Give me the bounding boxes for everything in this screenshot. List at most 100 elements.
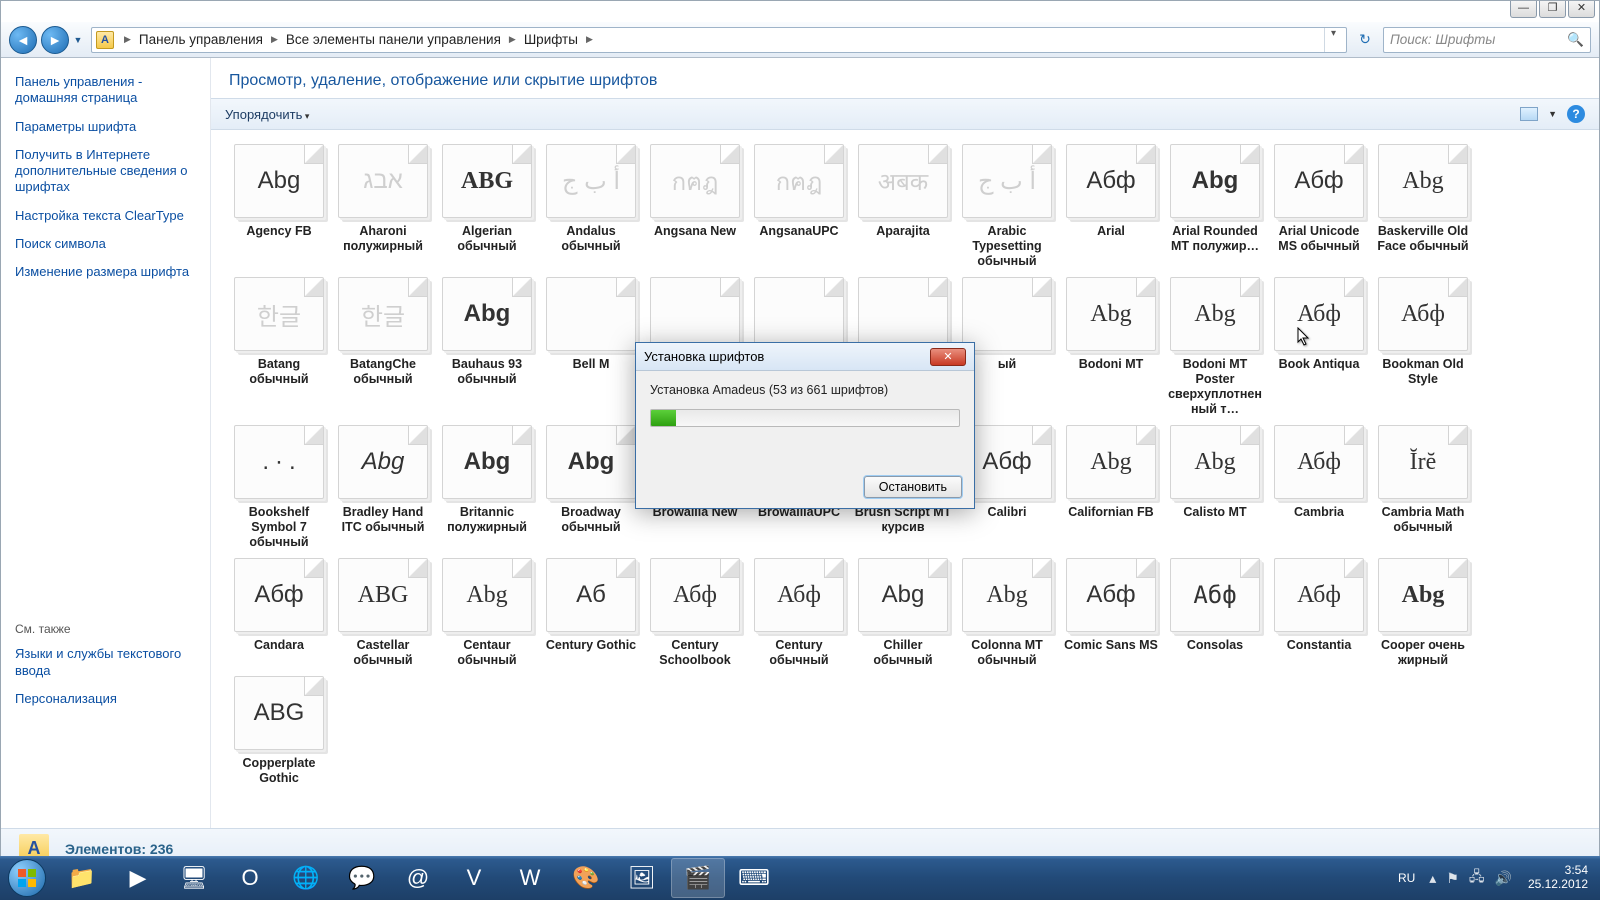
minimize-button[interactable]: — [1510,1,1537,18]
see-also-link[interactable]: Персонализация [15,691,196,707]
font-item[interactable]: AbgBauhaus 93 обычный [437,273,537,417]
font-item[interactable]: אבגAharoni полужирный [333,140,433,269]
chevron-right-icon[interactable]: ▶ [118,34,137,45]
taskbar-app[interactable]: @ [391,858,445,898]
nav-forward-button[interactable]: ► [41,26,69,54]
font-item[interactable]: AbgCalifornian FB [1061,421,1161,550]
breadcrumb-seg[interactable]: Панель управления [137,32,265,47]
font-sample: Abg [1402,582,1445,609]
font-thumbnail [546,277,636,351]
font-item[interactable]: ABGAlgerian обычный [437,140,537,269]
font-item[interactable]: AbgColonna MT обычный [957,554,1057,668]
font-item[interactable]: . ∙ .Bookshelf Symbol 7 обычный [229,421,329,550]
font-item[interactable]: ĬrĕCambria Math обычный [1373,421,1473,550]
font-item[interactable]: AbgBodoni MT Poster сверхуплотненный т… [1165,273,1265,417]
taskbar-app[interactable]: 🖥 [167,858,221,898]
see-also-link[interactable]: Языки и службы текстового ввода [15,646,196,679]
network-icon[interactable]: 🖧 [1469,866,1485,890]
breadcrumb-seg[interactable]: Все элементы панели управления [284,32,503,47]
dialog-titlebar[interactable]: Установка шрифтов ✕ [636,343,974,371]
font-item[interactable]: AbgBradley Hand ITC обычный [333,421,433,550]
chevron-down-icon[interactable]: ▼ [1548,109,1557,119]
sidebar-link[interactable]: Поиск символа [15,236,196,252]
chevron-right-icon[interactable]: ▶ [580,34,599,45]
font-item[interactable]: AbgBroadway обычный [541,421,641,550]
taskbar-app[interactable]: 💬 [335,858,389,898]
nav-back-button[interactable]: ◄ [9,26,37,54]
search-input[interactable]: Поиск: Шрифты 🔍 [1383,27,1591,53]
font-item[interactable]: AbgAgency FB [229,140,329,269]
font-item[interactable]: أ ب جAndalus обычный [541,140,641,269]
font-item[interactable]: ABGCopperplate Gothic [229,672,329,786]
sidebar-link[interactable]: Получить в Интернете дополнительные свед… [15,147,196,196]
stop-button[interactable]: Остановить [864,476,962,498]
clock[interactable]: 3:54 25.12.2012 [1522,864,1594,892]
start-button[interactable] [0,856,54,900]
font-item[interactable]: АбфCentury обычный [749,554,849,668]
font-item[interactable]: 한글BatangChe обычный [333,273,433,417]
font-item[interactable]: АбфArial [1061,140,1161,269]
taskbar-app[interactable]: O [223,858,277,898]
taskbar-app[interactable]: 🎨 [559,858,613,898]
font-thumbnail [962,277,1052,351]
maximize-button[interactable]: ❐ [1539,1,1566,18]
refresh-button[interactable]: ↻ [1353,28,1377,52]
breadcrumb[interactable]: A ▶ Панель управления ▶ Все элементы пан… [91,27,1347,53]
flag-icon[interactable]: ⚑ [1446,870,1459,887]
chevron-right-icon[interactable]: ▶ [503,34,522,45]
font-item[interactable]: AbgCentaur обычный [437,554,537,668]
sidebar-link[interactable]: Изменение размера шрифта [15,264,196,280]
font-item[interactable]: أ ب جArabic Typesetting обычный [957,140,1057,269]
font-item[interactable]: АбфCambria [1269,421,1369,550]
font-item[interactable]: AbgBaskerville Old Face обычный [1373,140,1473,269]
tray-chevron-icon[interactable]: ▴ [1429,870,1436,887]
font-item[interactable]: AbgCooper очень жирный [1373,554,1473,668]
font-item[interactable]: 한글Batang обычный [229,273,329,417]
font-item[interactable]: Bell M [541,273,641,417]
taskbar-app[interactable]: W [503,858,557,898]
font-item[interactable]: กฅฎAngsana New [645,140,745,269]
taskbar-app[interactable]: ▶ [111,858,165,898]
taskbar-app[interactable]: 📁 [55,858,109,898]
close-button[interactable]: ✕ [1568,1,1595,18]
taskbar-app[interactable]: V [447,858,501,898]
language-indicator[interactable]: RU [1394,869,1419,887]
sidebar-link[interactable]: Параметры шрифта [15,119,196,135]
font-item[interactable]: ABGCastellar обычный [333,554,433,668]
font-item[interactable]: АбфConsolas [1165,554,1265,668]
font-item[interactable]: अबकAparajita [853,140,953,269]
font-sample: Абф [1401,301,1445,328]
sidebar-link[interactable]: Настройка текста ClearType [15,208,196,224]
font-item[interactable]: АбфArial Unicode MS обычный [1269,140,1369,269]
taskbar[interactable]: 📁▶🖥O🌐💬@VW🎨🖼🎬⌨ RU ▴ ⚑ 🖧 🔊 3:54 25.12.2012 [0,856,1600,900]
font-item[interactable]: AbgBritannic полужирный [437,421,537,550]
font-item[interactable]: АбфCandara [229,554,329,668]
taskbar-app[interactable]: 🌐 [279,858,333,898]
taskbar-app[interactable]: ⌨ [727,858,781,898]
chevron-right-icon[interactable]: ▶ [265,34,284,45]
taskbar-app[interactable]: 🖼 [615,858,669,898]
font-item[interactable]: АбфBookman Old Style [1373,273,1473,417]
path-dropdown[interactable]: ▾ [1324,28,1342,52]
font-item[interactable]: АбфComic Sans MS [1061,554,1161,668]
help-button[interactable]: ? [1567,105,1585,123]
breadcrumb-seg[interactable]: Шрифты [522,32,580,47]
font-item[interactable]: АбCentury Gothic [541,554,641,668]
font-item[interactable]: AbgBodoni MT [1061,273,1161,417]
font-item[interactable]: AbgChiller обычный [853,554,953,668]
font-item[interactable]: AbgCalisto MT [1165,421,1265,550]
taskbar-app[interactable]: 🎬 [671,858,725,898]
sidebar-link[interactable]: Панель управления - домашняя страница [15,74,196,107]
view-options-button[interactable] [1520,107,1538,121]
system-tray[interactable]: RU ▴ ⚑ 🖧 🔊 3:54 25.12.2012 [1394,864,1600,892]
history-dropdown[interactable]: ▼ [71,35,85,45]
organize-menu[interactable]: Упорядочить [225,107,309,122]
font-thumbnail: أ ب ج [962,144,1052,218]
dialog-close-button[interactable]: ✕ [930,348,966,366]
font-item[interactable]: กฅฎAngsanaUPC [749,140,849,269]
font-item[interactable]: АбфCentury Schoolbook [645,554,745,668]
volume-icon[interactable]: 🔊 [1495,870,1512,887]
font-item[interactable]: АбфBook Antiqua [1269,273,1369,417]
font-item[interactable]: АбфConstantia [1269,554,1369,668]
font-item[interactable]: AbgArial Rounded MT полужир… [1165,140,1265,269]
